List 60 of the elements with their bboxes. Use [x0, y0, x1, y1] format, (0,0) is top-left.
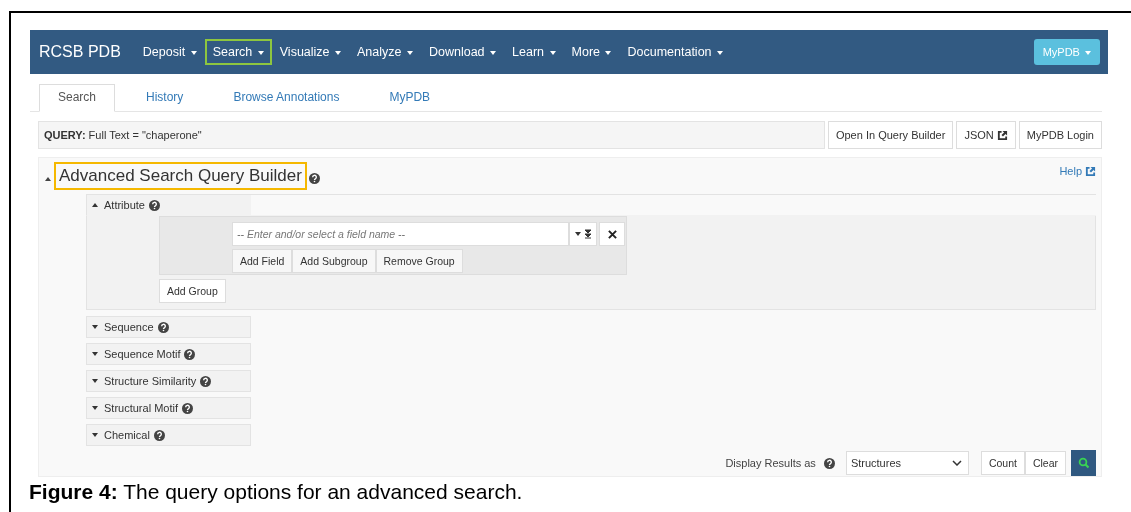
brand-link[interactable]: RCSB PDB: [39, 43, 121, 61]
tab[interactable]: MyPDB: [370, 84, 450, 111]
query-button[interactable]: MyPDB Login: [1018, 121, 1102, 149]
group-button[interactable]: Remove Group: [375, 249, 463, 273]
caret-icon: [717, 50, 724, 55]
caret-icon: [490, 50, 497, 55]
help-icon: [153, 429, 165, 441]
caret-icon: [407, 50, 413, 55]
tab[interactable]: History: [127, 84, 203, 111]
group-button[interactable]: Add Subgroup: [292, 249, 376, 273]
nav-menu-item[interactable]: Learn: [504, 39, 564, 65]
help-icon: [823, 457, 835, 469]
section-header[interactable]: Attribute: [86, 194, 1096, 216]
caret-icon: [1085, 51, 1091, 56]
builder-title: Advanced Search Query Builder: [54, 162, 307, 190]
help-icon: [148, 199, 160, 211]
help-icon: [157, 321, 169, 333]
nav-menu-item[interactable]: Visualize: [271, 39, 350, 65]
help-icon: [184, 348, 196, 360]
section-header[interactable]: Chemical: [86, 424, 251, 446]
nav-menu-item[interactable]: Analyze: [349, 39, 421, 65]
search-button[interactable]: [1071, 450, 1096, 476]
dropdown-toggle-icon[interactable]: [569, 222, 597, 246]
action-button[interactable]: Clear: [1024, 451, 1066, 475]
query-button[interactable]: JSON: [956, 121, 1016, 149]
caret-icon: [335, 50, 342, 55]
action-button[interactable]: Count: [980, 451, 1025, 475]
field-name-input[interactable]: -- Enter and/or select a field name --: [232, 222, 569, 246]
close-icon[interactable]: [599, 222, 625, 246]
chevron-down-icon: [951, 460, 962, 466]
caret-icon: [257, 50, 264, 55]
help-link[interactable]: Help: [1059, 165, 1082, 177]
add-group-button[interactable]: Add Group: [159, 279, 226, 303]
search-icon: [1077, 457, 1090, 469]
caret-icon: [605, 50, 612, 55]
help-icon: [181, 402, 193, 414]
tab[interactable]: Search: [39, 84, 116, 112]
query-button[interactable]: Open In Query Builder: [827, 121, 954, 149]
display-select[interactable]: Structures: [845, 451, 969, 475]
figure-caption: Figure 4: The query options for an advanced search.: [29, 480, 524, 505]
section-header[interactable]: Structural Motif: [86, 397, 251, 419]
query-text: QUERY: Full Text = "chaperone": [44, 129, 202, 141]
display-results-label: Display Results as: [725, 457, 816, 469]
tab[interactable]: Browse Annotations: [214, 84, 359, 111]
external-link-icon: [1085, 166, 1096, 177]
help-icon: [200, 375, 212, 387]
nav-menu-item[interactable]: Deposit: [134, 39, 205, 65]
external-link-icon: [996, 129, 1008, 141]
group-button[interactable]: Add Field: [232, 249, 293, 273]
caret-icon: [549, 50, 556, 55]
nav-menu-item[interactable]: Download: [421, 39, 505, 65]
nav-menu-item[interactable]: Search: [204, 39, 272, 65]
section-header[interactable]: Structure Similarity: [86, 370, 251, 392]
section-header[interactable]: Sequence Motif: [86, 343, 251, 365]
help-icon[interactable]: [308, 173, 320, 184]
collapse-caret-icon[interactable]: [45, 177, 51, 181]
section-header[interactable]: Sequence: [86, 316, 251, 338]
nav-menu-item[interactable]: More: [563, 39, 620, 65]
caret-icon: [190, 50, 197, 55]
nav-menu-item[interactable]: Documentation: [619, 39, 732, 65]
